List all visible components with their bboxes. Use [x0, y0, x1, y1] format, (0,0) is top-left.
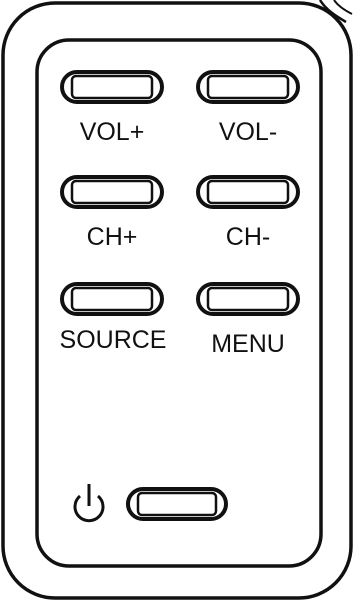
menu-label: MENU	[211, 330, 285, 358]
ch-up-label: CH+	[86, 223, 138, 251]
ch-up-button[interactable]	[60, 175, 164, 209]
menu-button[interactable]	[196, 282, 300, 316]
ch-down-label: CH-	[225, 223, 271, 251]
source-button[interactable]	[60, 282, 164, 316]
vol-down-label: VOL-	[218, 118, 278, 146]
ch-down-button[interactable]	[196, 175, 300, 209]
vol-down-button[interactable]	[196, 70, 300, 104]
power-button[interactable]	[126, 487, 228, 521]
vol-up-label: VOL+	[79, 118, 145, 146]
cable-inner	[333, 0, 353, 15]
source-label: SOURCE	[59, 326, 167, 354]
remote-control-diagram	[1, 0, 353, 600]
vol-up-button[interactable]	[60, 70, 164, 104]
